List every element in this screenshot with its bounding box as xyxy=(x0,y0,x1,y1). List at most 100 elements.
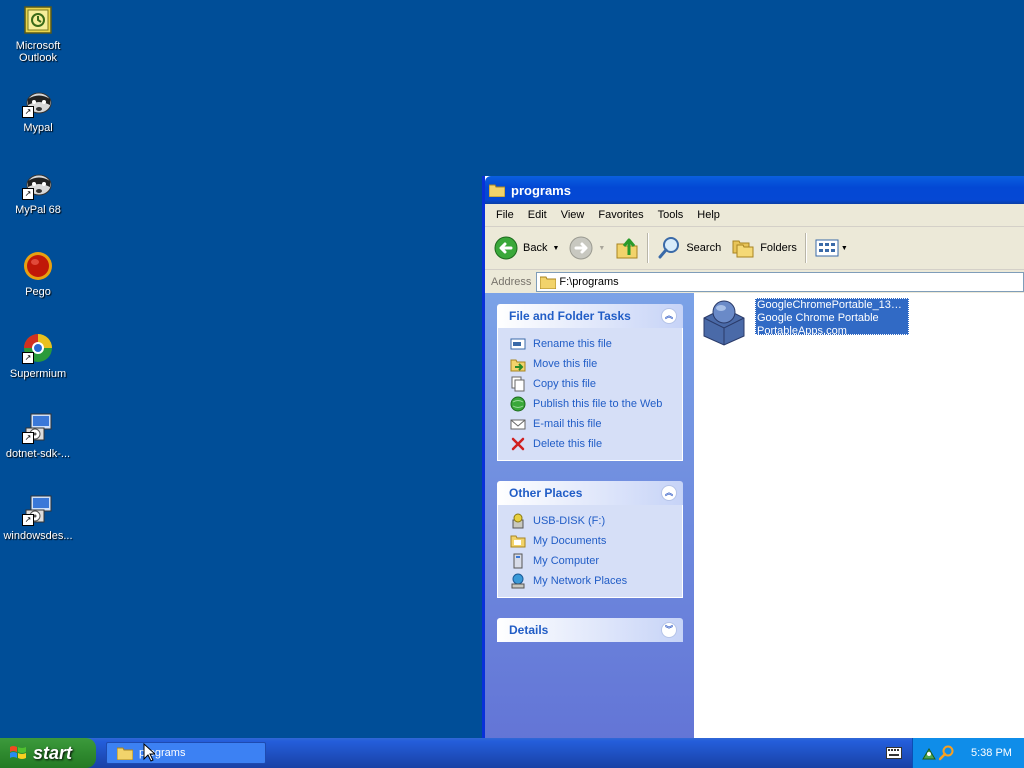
menu-file[interactable]: File xyxy=(489,209,521,221)
menu-view[interactable]: View xyxy=(554,209,592,221)
toolbar-separator xyxy=(804,233,807,263)
folders-label: Folders xyxy=(760,242,797,254)
task-publish-web[interactable]: Publish this file to the Web xyxy=(510,394,682,414)
delete-icon xyxy=(511,437,525,451)
panel-header[interactable]: Details ︾ xyxy=(497,618,683,642)
task-pane: File and Folder Tasks ︽ Rename this file… xyxy=(485,293,694,740)
start-label: start xyxy=(33,742,73,763)
menu-favorites[interactable]: Favorites xyxy=(591,209,650,221)
task-email-file[interactable]: E-mail this file xyxy=(510,414,682,434)
place-usb-disk[interactable]: USB-DISK (F:) xyxy=(510,511,682,531)
views-button[interactable]: ▼ xyxy=(810,231,853,265)
menu-help[interactable]: Help xyxy=(690,209,727,221)
panel-title: File and Folder Tasks xyxy=(509,309,631,323)
explorer-window: programs File Edit View Favorites Tools … xyxy=(482,176,1024,740)
raccoon-icon: ↗ xyxy=(22,86,54,118)
desktop-icon-label: windowsdes... xyxy=(3,530,73,542)
start-button[interactable]: start xyxy=(0,738,96,768)
expand-down-icon[interactable]: ︾ xyxy=(661,622,677,638)
place-my-documents[interactable]: My Documents xyxy=(510,531,682,551)
desktop-icon-label: dotnet-sdk-... xyxy=(5,448,71,460)
network-places-icon xyxy=(511,573,525,589)
collapse-up-icon[interactable]: ︽ xyxy=(661,485,677,501)
shortcut-arrow-icon: ↗ xyxy=(22,432,34,444)
chevron-down-icon: ▼ xyxy=(598,244,606,252)
folder-icon xyxy=(117,747,133,760)
folders-button[interactable]: Folders xyxy=(726,231,802,265)
file-name: GoogleChromePortable_133.0... xyxy=(757,299,907,311)
menu-tools[interactable]: Tools xyxy=(651,209,691,221)
installer-icon: ↗ xyxy=(22,494,54,526)
shortcut-arrow-icon: ↗ xyxy=(22,188,34,200)
search-icon xyxy=(658,237,680,259)
back-arrow-icon xyxy=(494,236,518,260)
desktop-icon-mypal68[interactable]: ↗ MyPal 68 xyxy=(0,168,76,216)
desktop-icon-mypal[interactable]: ↗ Mypal xyxy=(0,86,76,134)
menu-bar: File Edit View Favorites Tools Help xyxy=(485,204,1024,227)
file-company: PortableApps.com xyxy=(757,325,847,337)
collapse-up-icon[interactable]: ︽ xyxy=(661,308,677,324)
desktop-icon-outlook[interactable]: Microsoft Outlook xyxy=(0,4,76,64)
supermium-icon: ↗ xyxy=(22,332,54,364)
shortcut-arrow-icon: ↗ xyxy=(22,514,34,526)
desktop-icon-label: Pego xyxy=(25,286,51,298)
panel-body: USB-DISK (F:) My Documents My Computer M… xyxy=(497,505,683,598)
file-item[interactable]: GoogleChromePortable_133.0... Google Chr… xyxy=(699,298,909,346)
window-titlebar[interactable]: programs xyxy=(485,176,1024,204)
search-label: Search xyxy=(686,242,722,254)
file-folder-tasks-panel: File and Folder Tasks ︽ Rename this file… xyxy=(497,304,683,461)
desktop-icon-dotnet-sdk[interactable]: ↗ dotnet-sdk-... xyxy=(0,412,76,460)
search-tray-icon[interactable] xyxy=(939,745,955,761)
windows-flag-icon xyxy=(10,746,26,759)
task-rename-file[interactable]: Rename this file xyxy=(510,334,682,354)
chevron-down-icon[interactable]: ▼ xyxy=(841,245,848,252)
portable-app-icon xyxy=(703,300,745,346)
desktop-icon-windowsdes[interactable]: ↗ windowsdes... xyxy=(0,494,76,542)
forward-arrow-icon xyxy=(569,236,593,260)
address-field[interactable]: F:\programs xyxy=(536,272,1024,292)
rename-icon xyxy=(510,338,526,350)
desktop-icon-supermium[interactable]: ↗ Supermium xyxy=(0,332,76,380)
place-my-network-places[interactable]: My Network Places xyxy=(510,571,682,591)
up-folder-button[interactable] xyxy=(610,231,644,265)
installer-icon: ↗ xyxy=(22,412,54,444)
back-button[interactable]: Back ▼ xyxy=(489,231,564,265)
desktop-icon-label: Supermium xyxy=(9,368,67,380)
desktop-icon-label: Microsoft Outlook xyxy=(15,40,61,64)
my-documents-icon xyxy=(510,535,526,548)
task-move-file[interactable]: Move this file xyxy=(510,354,682,374)
file-description: Google Chrome Portable xyxy=(757,312,879,324)
clock[interactable]: 5:38 PM xyxy=(971,747,1012,759)
shortcut-arrow-icon: ↗ xyxy=(22,106,34,118)
taskbar-button-programs[interactable]: programs xyxy=(106,742,266,764)
raccoon-icon: ↗ xyxy=(22,168,54,200)
place-my-computer[interactable]: My Computer xyxy=(510,551,682,571)
network-tray-icon[interactable] xyxy=(921,745,937,761)
folder-icon xyxy=(489,184,505,197)
search-button[interactable]: Search xyxy=(652,231,726,265)
my-computer-icon xyxy=(513,553,523,569)
panel-title: Details xyxy=(509,623,549,637)
menu-edit[interactable]: Edit xyxy=(521,209,554,221)
chevron-down-icon[interactable]: ▼ xyxy=(552,245,559,252)
details-panel: Details ︾ xyxy=(497,618,683,642)
usb-drive-icon xyxy=(512,513,524,529)
panel-header[interactable]: Other Places ︽ xyxy=(497,481,683,505)
task-copy-file[interactable]: Copy this file xyxy=(510,374,682,394)
file-view: GoogleChromePortable_133.0... Google Chr… xyxy=(694,293,1024,740)
toolbar-separator xyxy=(647,233,650,263)
folder-icon xyxy=(540,276,557,289)
address-bar: Address F:\programs xyxy=(485,270,1024,295)
forward-button[interactable]: ▼ xyxy=(564,231,610,265)
email-icon xyxy=(510,419,526,430)
globe-icon xyxy=(510,396,526,412)
desktop-icon-label: Mypal xyxy=(23,122,53,134)
keyboard-icon[interactable] xyxy=(886,747,902,759)
task-delete-file[interactable]: Delete this file xyxy=(510,434,682,454)
folders-icon xyxy=(732,240,754,258)
address-label: Address xyxy=(491,276,532,288)
window-title: programs xyxy=(511,182,571,198)
copy-icon xyxy=(511,376,525,392)
desktop-icon-pego[interactable]: Pego xyxy=(0,250,76,298)
panel-header[interactable]: File and Folder Tasks ︽ xyxy=(497,304,683,328)
